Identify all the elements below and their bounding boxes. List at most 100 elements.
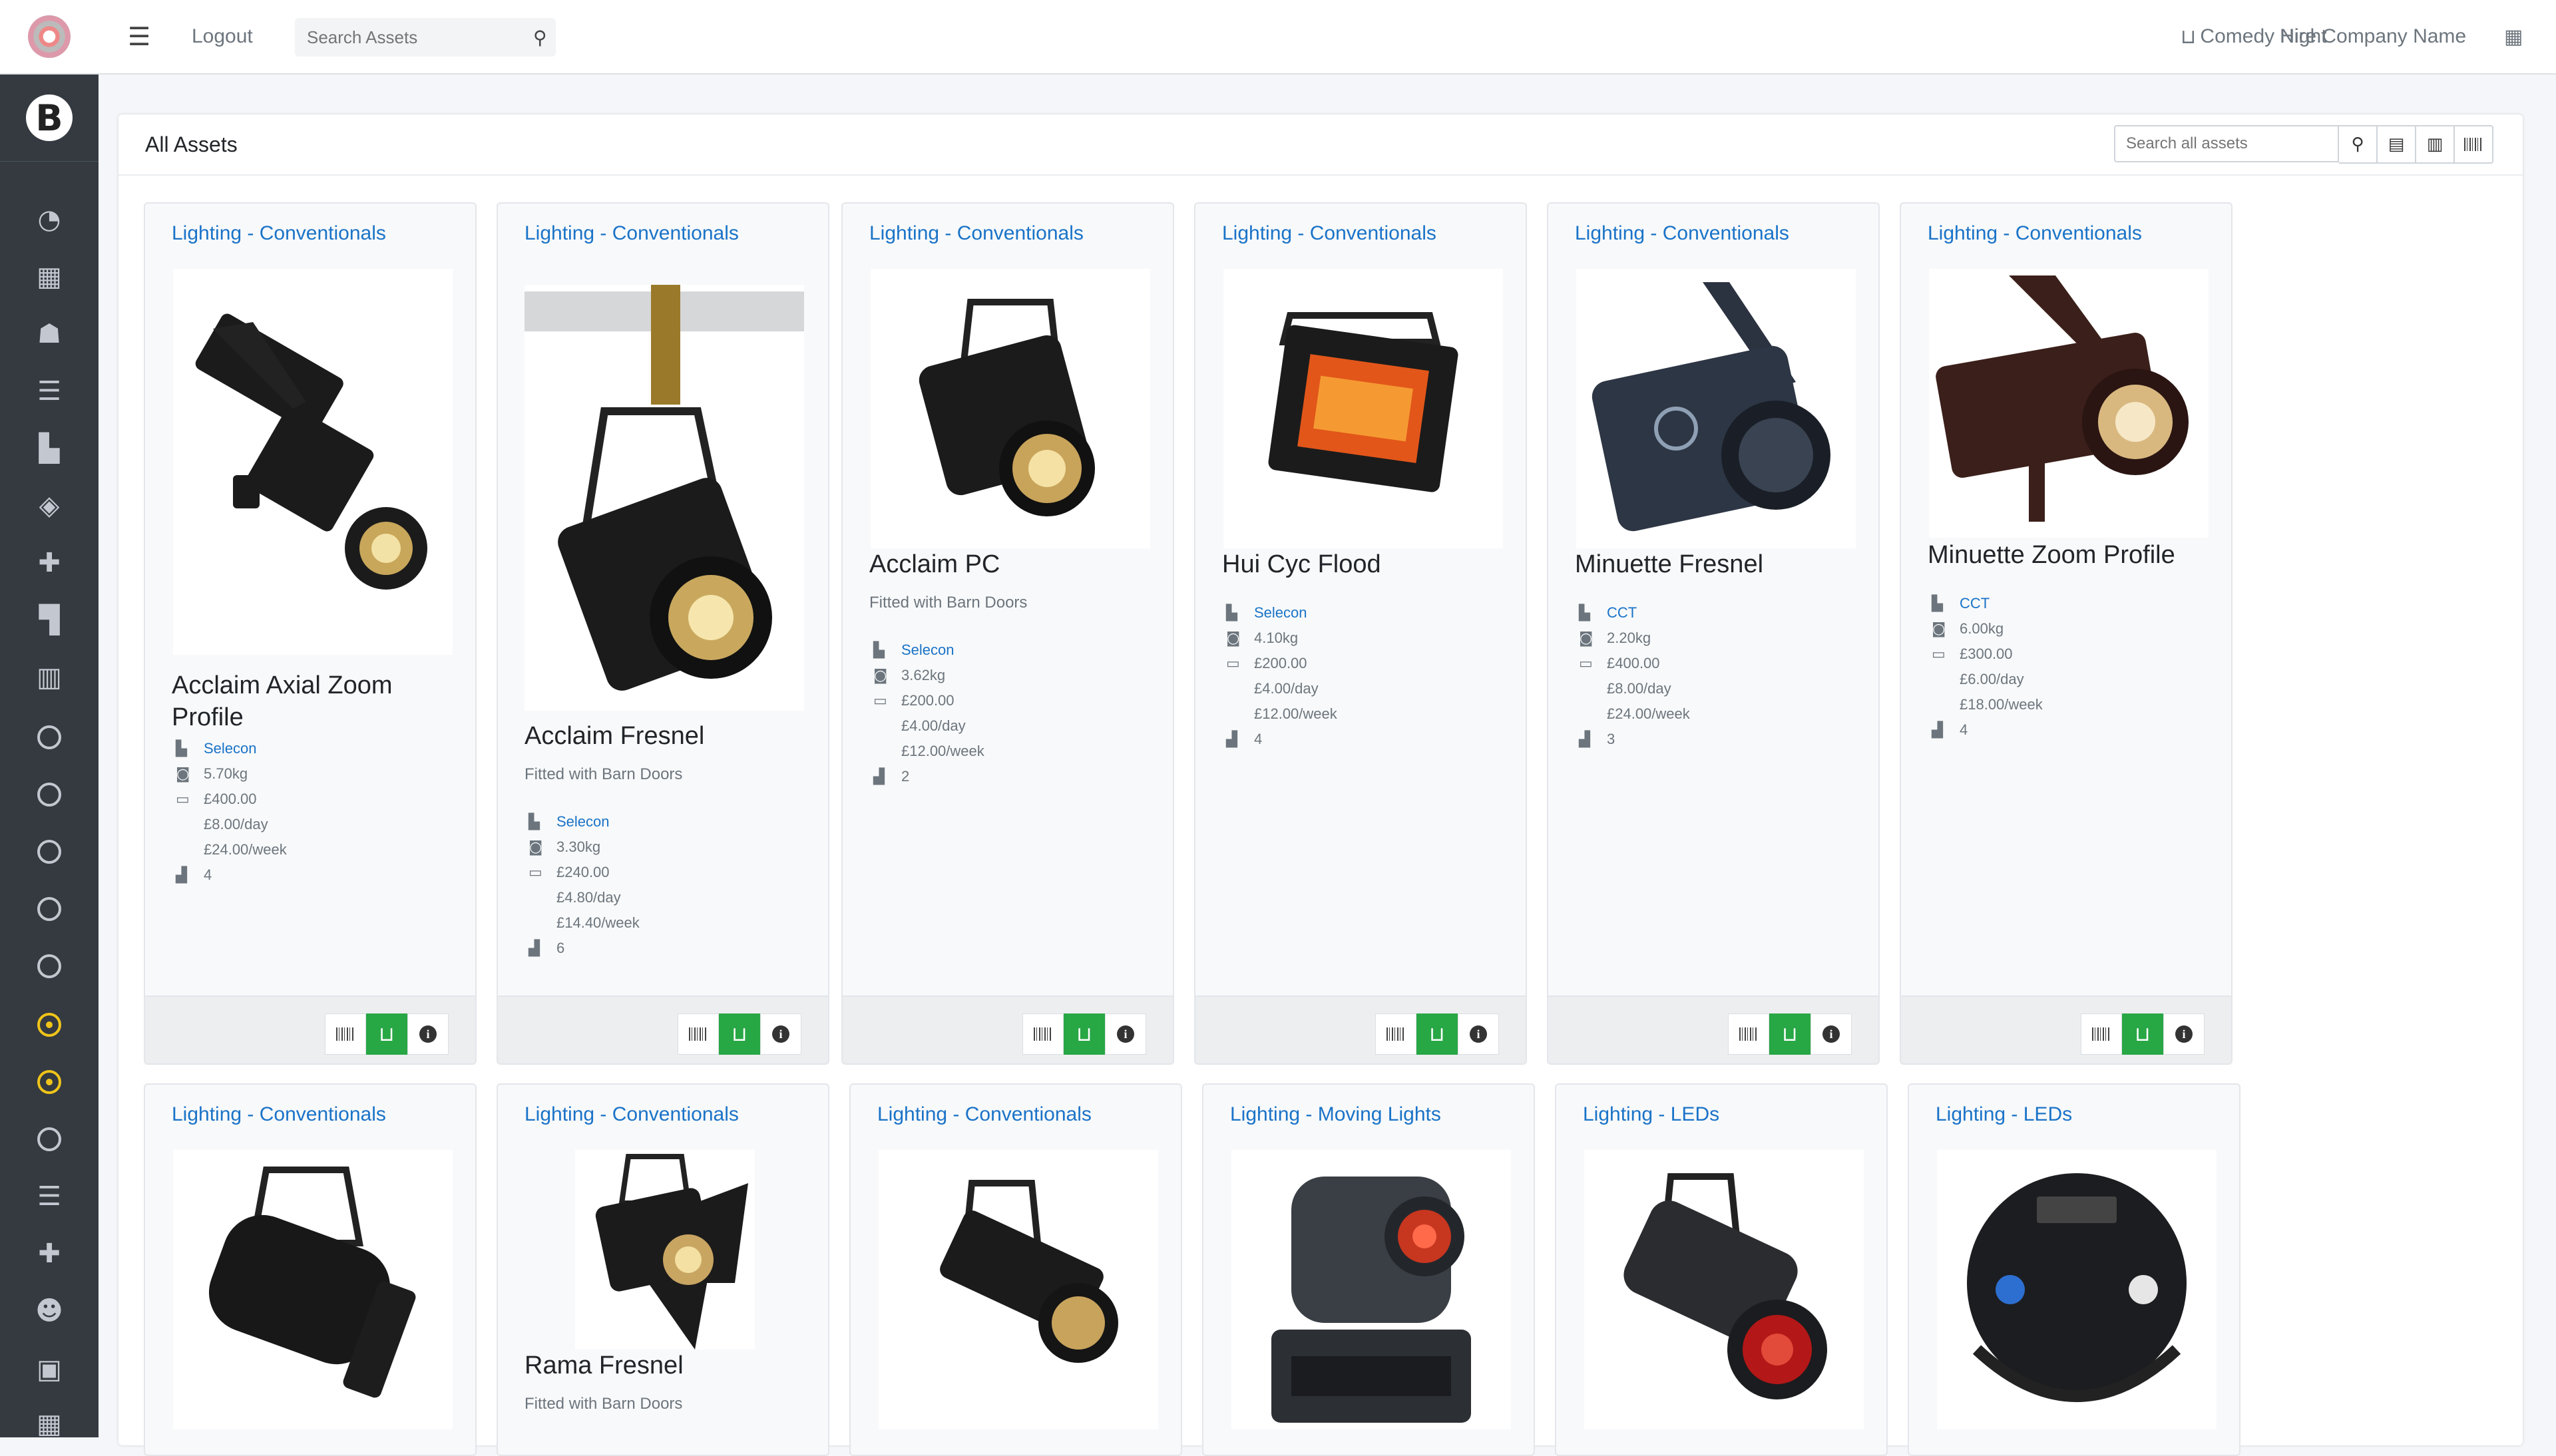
barcode-button[interactable] xyxy=(1728,1013,1769,1055)
asset-card[interactable]: Lighting - Conventionals Minuette Fresne… xyxy=(1547,202,1880,1065)
manufacturer-link[interactable]: Selecon xyxy=(1254,604,1307,622)
barcode-icon[interactable] xyxy=(2455,125,2493,164)
add-to-basket-button[interactable]: ⊔ xyxy=(1769,1013,1810,1055)
company-name-link[interactable]: Hire Company Name xyxy=(2280,0,2466,73)
asset-image[interactable] xyxy=(1576,269,1856,548)
info-button[interactable]: i xyxy=(1458,1013,1499,1055)
asset-card[interactable]: Lighting - Conventionals Acclaim Axial Z… xyxy=(144,202,477,1065)
asset-image[interactable] xyxy=(1584,1150,1864,1429)
paint-roller-icon[interactable]: ▜ xyxy=(0,600,99,640)
add-to-basket-button[interactable]: ⊔ xyxy=(1064,1013,1105,1055)
barcode-button[interactable] xyxy=(2081,1013,2122,1055)
manufacturer-link[interactable]: CCT xyxy=(1960,595,1990,612)
asset-image[interactable] xyxy=(173,269,453,655)
info-button[interactable]: i xyxy=(2163,1013,2205,1055)
add-to-basket-button[interactable]: ⊔ xyxy=(2122,1013,2163,1055)
asset-category-link[interactable]: Lighting - Conventionals xyxy=(877,1103,1092,1126)
users-icon[interactable]: ☻ xyxy=(0,1291,99,1331)
asset-category-link[interactable]: Lighting - Moving Lights xyxy=(1230,1103,1441,1126)
plus-icon[interactable]: ✚ xyxy=(0,543,99,583)
industry-icon[interactable]: ▙ xyxy=(0,429,99,468)
logout-link[interactable]: Logout xyxy=(192,0,253,73)
asset-image[interactable] xyxy=(1937,1150,2217,1429)
pdf-export-icon[interactable]: ▥ xyxy=(2416,125,2455,164)
city-icon[interactable]: ▦ xyxy=(0,1404,99,1444)
asset-category-link[interactable]: Lighting - Conventionals xyxy=(525,1103,739,1126)
circle-icon[interactable] xyxy=(0,946,99,986)
add-to-basket-button[interactable]: ⊔ xyxy=(719,1013,760,1055)
ordered-list-icon[interactable]: ☰ xyxy=(0,1177,99,1216)
barcode-button[interactable] xyxy=(325,1013,366,1055)
asset-card[interactable]: Lighting - Conventionals Rama Fresnel Fi… xyxy=(497,1083,829,1456)
manufacturer-link[interactable]: Selecon xyxy=(556,813,610,830)
manufacturer-link[interactable]: CCT xyxy=(1607,604,1637,622)
asset-card[interactable]: Lighting - LEDs xyxy=(1555,1083,1888,1456)
circle-icon[interactable] xyxy=(0,889,99,929)
asset-category-link[interactable]: Lighting - Conventionals xyxy=(869,222,1084,245)
asset-image[interactable] xyxy=(1929,269,2209,538)
asset-image[interactable] xyxy=(879,1150,1158,1429)
asset-category-link[interactable]: Lighting - Conventionals xyxy=(525,222,739,245)
manufacturer-link[interactable]: Selecon xyxy=(901,641,955,659)
asset-category-link[interactable]: Lighting - LEDs xyxy=(1583,1103,1719,1126)
info-button[interactable]: i xyxy=(1810,1013,1852,1055)
asset-card[interactable]: Lighting - LEDs xyxy=(1908,1083,2240,1456)
unlock-icon[interactable]: ▣ xyxy=(0,1350,99,1389)
all-assets-search-input[interactable] xyxy=(2114,125,2339,162)
search-icon[interactable]: ⚲ xyxy=(2339,125,2378,164)
asset-name[interactable]: Minuette Fresnel xyxy=(1575,548,1861,580)
asset-card[interactable]: Lighting - Conventionals Hui Cyc Flood ▙… xyxy=(1194,202,1527,1065)
info-button[interactable]: i xyxy=(1105,1013,1146,1055)
company-logo[interactable] xyxy=(0,0,99,75)
manufacturer-link[interactable]: Selecon xyxy=(204,740,257,757)
asset-image[interactable] xyxy=(173,1150,453,1429)
asset-category-link[interactable]: Lighting - Conventionals xyxy=(1222,222,1436,245)
circle-icon[interactable] xyxy=(0,717,99,757)
asset-card[interactable]: Lighting - Conventionals Minuette Zoom P… xyxy=(1900,202,2233,1065)
circle-dot-icon[interactable] xyxy=(0,1062,99,1102)
layers-icon[interactable]: ◈ xyxy=(0,486,99,526)
add-to-basket-button[interactable]: ⊔ xyxy=(1416,1013,1458,1055)
circle-dot-icon[interactable] xyxy=(0,1005,99,1045)
asset-name[interactable]: Acclaim Fresnel xyxy=(525,720,811,752)
barcode-button[interactable] xyxy=(1375,1013,1416,1055)
barcode-icon[interactable]: ▥ xyxy=(0,657,99,697)
asset-card[interactable]: Lighting - Conventionals Acclaim Fresnel… xyxy=(497,202,829,1065)
asset-name[interactable]: Rama Fresnel xyxy=(525,1350,811,1381)
asset-card[interactable]: Lighting - Moving Lights xyxy=(1202,1083,1535,1456)
asset-name[interactable]: Minuette Zoom Profile xyxy=(1928,539,2214,571)
asset-card[interactable]: Lighting - Conventionals xyxy=(144,1083,477,1456)
info-button[interactable]: i xyxy=(407,1013,449,1055)
asset-image[interactable] xyxy=(1231,1150,1511,1429)
asset-image[interactable] xyxy=(871,269,1150,548)
barcode-button[interactable] xyxy=(678,1013,719,1055)
asset-name[interactable]: Acclaim Axial Zoom Profile xyxy=(172,669,458,733)
warehouse-icon[interactable]: ☗ xyxy=(0,314,99,354)
asset-image[interactable] xyxy=(1223,269,1503,548)
asset-category-link[interactable]: Lighting - Conventionals xyxy=(1575,222,1789,245)
circle-icon[interactable] xyxy=(0,1119,99,1159)
brand-logo[interactable]: B xyxy=(0,75,99,162)
asset-category-link[interactable]: Lighting - Conventionals xyxy=(172,222,386,245)
asset-category-link[interactable]: Lighting - Conventionals xyxy=(1928,222,2142,245)
asset-name[interactable]: Hui Cyc Flood xyxy=(1222,548,1508,580)
list-icon[interactable]: ☰ xyxy=(0,371,99,411)
building-icon[interactable]: ▦ xyxy=(0,257,99,297)
info-button[interactable]: i xyxy=(760,1013,801,1055)
asset-name[interactable]: Acclaim PC xyxy=(869,548,1156,580)
calendar-icon[interactable]: ▦ xyxy=(2504,0,2523,73)
barcode-button[interactable] xyxy=(1022,1013,1064,1055)
add-to-basket-button[interactable]: ⊔ xyxy=(366,1013,407,1055)
circle-icon[interactable] xyxy=(0,832,99,872)
circle-icon[interactable] xyxy=(0,775,99,815)
hamburger-menu-icon[interactable]: ☰ xyxy=(128,0,150,73)
dashboard-icon[interactable]: ◔ xyxy=(0,200,99,240)
asset-card[interactable]: Lighting - Conventionals Acclaim PC Fitt… xyxy=(841,202,1174,1065)
plus-icon[interactable]: ✚ xyxy=(0,1234,99,1274)
asset-image[interactable] xyxy=(525,285,804,711)
asset-card[interactable]: Lighting - Conventionals xyxy=(849,1083,1182,1456)
search-icon[interactable]: ⚲ xyxy=(533,27,547,49)
asset-search-input[interactable] xyxy=(295,26,521,49)
asset-category-link[interactable]: Lighting - Conventionals xyxy=(172,1103,386,1126)
asset-category-link[interactable]: Lighting - LEDs xyxy=(1936,1103,2072,1126)
